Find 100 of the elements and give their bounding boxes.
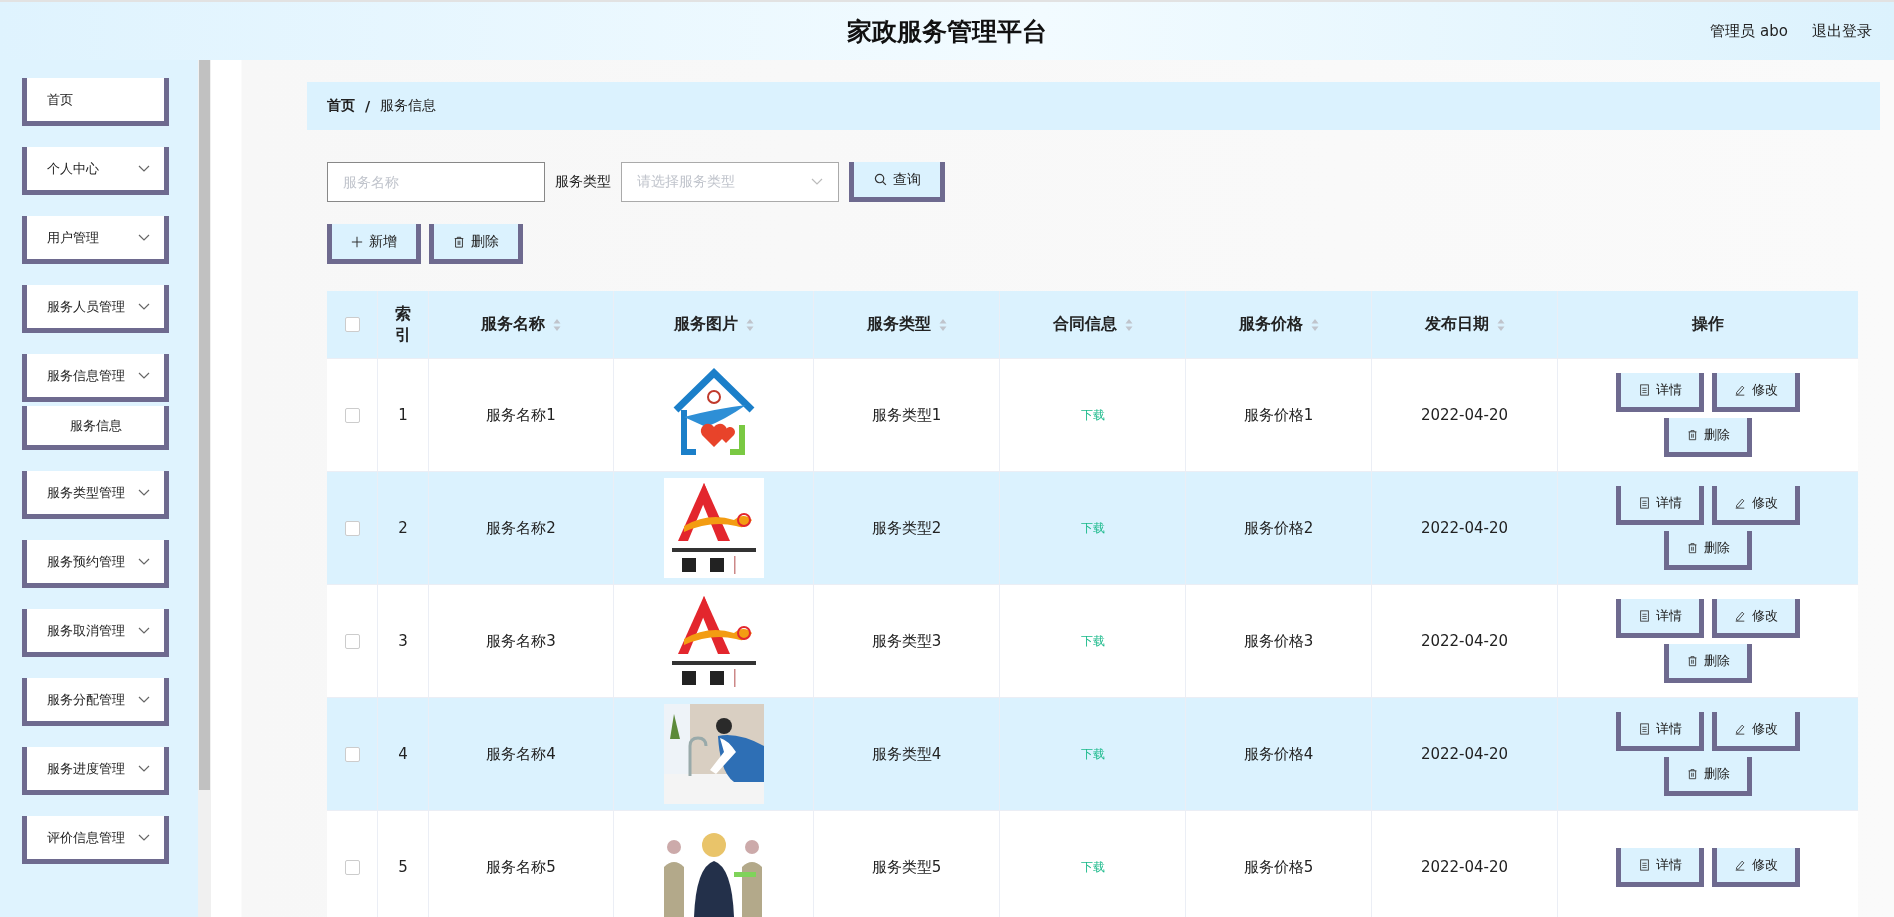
table-cell: 服务名称5 bbox=[486, 857, 556, 877]
document-icon bbox=[1638, 723, 1650, 735]
chevron-down-icon bbox=[138, 764, 150, 773]
table-cell: 2022-04-20 bbox=[1420, 406, 1509, 424]
scrollbar[interactable] bbox=[198, 60, 211, 917]
pencil-icon bbox=[1734, 384, 1746, 396]
table-cell: 服务名称3 bbox=[486, 631, 556, 651]
platform-title: 家政服务管理平台 bbox=[847, 15, 1047, 48]
document-icon bbox=[1638, 610, 1650, 622]
details-button[interactable]: 详情 bbox=[1616, 599, 1704, 638]
table-cell: 服务价格4 bbox=[1243, 744, 1314, 764]
table-cell: 服务价格1 bbox=[1243, 405, 1314, 425]
table-cell: 2022-04-20 bbox=[1420, 858, 1509, 876]
sidebar-item[interactable]: 首页 bbox=[22, 78, 169, 126]
delete-button[interactable]: 删除 bbox=[1664, 531, 1752, 570]
details-button[interactable]: 详情 bbox=[1616, 373, 1704, 412]
row-checkbox[interactable] bbox=[344, 746, 360, 762]
table-cell: 3 bbox=[398, 632, 408, 650]
table-cell: 服务价格3 bbox=[1243, 631, 1314, 651]
column-header: 发布日期 bbox=[1424, 314, 1489, 335]
sidebar-item[interactable]: 服务信息 bbox=[22, 406, 169, 450]
document-icon bbox=[1638, 384, 1650, 396]
delete-button[interactable]: 删除 bbox=[429, 224, 523, 264]
table-cell: 服务价格5 bbox=[1243, 857, 1314, 877]
table-cell: 服务类型1 bbox=[871, 405, 942, 425]
details-button[interactable]: 详情 bbox=[1616, 712, 1704, 751]
sidebar-item[interactable]: 评价信息管理 bbox=[22, 816, 169, 864]
sidebar-item[interactable]: 用户管理 bbox=[22, 216, 169, 264]
column-header: 服务图片 bbox=[673, 314, 738, 335]
sidebar-item[interactable]: 个人中心 bbox=[22, 147, 169, 195]
chevron-down-icon bbox=[138, 557, 150, 566]
row-checkbox[interactable] bbox=[344, 633, 360, 649]
row-checkbox[interactable] bbox=[344, 859, 360, 875]
sidebar-item[interactable]: 服务进度管理 bbox=[22, 747, 169, 795]
delete-button[interactable]: 删除 bbox=[1664, 757, 1752, 796]
chevron-down-icon bbox=[138, 233, 150, 242]
column-header: 合同信息 bbox=[1052, 314, 1117, 335]
column-header: 索引 bbox=[395, 303, 411, 346]
sort-icon[interactable] bbox=[745, 317, 754, 332]
column-header: 服务名称 bbox=[481, 314, 545, 335]
table-cell: 5 bbox=[398, 858, 408, 876]
row-checkbox[interactable] bbox=[344, 407, 360, 423]
sidebar-item[interactable]: 服务预约管理 bbox=[22, 540, 169, 588]
row-checkbox[interactable] bbox=[344, 520, 360, 536]
sort-icon[interactable] bbox=[1496, 317, 1505, 332]
chevron-down-icon bbox=[138, 695, 150, 704]
edit-button[interactable]: 修改 bbox=[1712, 373, 1800, 412]
chevron-down-icon bbox=[138, 164, 150, 173]
details-button[interactable]: 详情 bbox=[1616, 847, 1704, 887]
table-cell: 2022-04-20 bbox=[1420, 632, 1509, 650]
sidebar-item[interactable]: 服务信息管理 bbox=[22, 354, 169, 402]
chevron-down-icon bbox=[138, 626, 150, 635]
query-button[interactable]: 查询 bbox=[849, 162, 945, 202]
document-icon bbox=[1638, 497, 1650, 509]
search-icon bbox=[873, 173, 887, 186]
trash-icon bbox=[1686, 655, 1698, 667]
column-header: 操作 bbox=[1692, 314, 1724, 335]
table-cell: 2022-04-20 bbox=[1420, 519, 1509, 537]
table-cell: 服务价格2 bbox=[1243, 518, 1314, 538]
breadcrumb-item[interactable]: 首页 bbox=[327, 97, 355, 115]
sort-icon[interactable] bbox=[1310, 317, 1319, 332]
sidebar-item[interactable]: 服务分配管理 bbox=[22, 678, 169, 726]
sidebar-item[interactable]: 服务取消管理 bbox=[22, 609, 169, 657]
table-cell: 服务类型2 bbox=[871, 518, 942, 538]
add-button[interactable]: 新增 bbox=[327, 224, 421, 264]
table-cell: 服务名称1 bbox=[486, 405, 556, 425]
pencil-icon bbox=[1734, 858, 1746, 871]
sidebar-item[interactable]: 服务类型管理 bbox=[22, 471, 169, 519]
table-cell: 1 bbox=[398, 406, 408, 424]
document-icon bbox=[1638, 858, 1650, 871]
delete-button[interactable]: 删除 bbox=[1664, 644, 1752, 683]
chevron-down-icon bbox=[811, 178, 823, 186]
chevron-down-icon bbox=[138, 302, 150, 311]
delete-button[interactable]: 删除 bbox=[1664, 418, 1752, 457]
select-all-checkbox[interactable] bbox=[344, 317, 360, 332]
chevron-down-icon bbox=[138, 371, 150, 380]
column-header: 服务类型 bbox=[866, 314, 931, 335]
edit-button[interactable]: 修改 bbox=[1712, 847, 1800, 887]
trash-icon bbox=[453, 235, 465, 248]
breadcrumb-separator: / bbox=[365, 98, 371, 114]
chevron-down-icon bbox=[138, 833, 150, 842]
sidebar-item[interactable]: 服务人员管理 bbox=[22, 285, 169, 333]
logout-link[interactable]: 退出登录 bbox=[1812, 22, 1872, 41]
table-cell: 服务类型4 bbox=[871, 744, 942, 764]
breadcrumb-item: 服务信息 bbox=[380, 97, 437, 115]
column-header: 服务价格 bbox=[1238, 314, 1303, 335]
pencil-icon bbox=[1734, 723, 1746, 735]
plus-icon bbox=[351, 235, 363, 248]
admin-label: 管理员 abo bbox=[1710, 22, 1788, 41]
sort-icon[interactable] bbox=[1124, 317, 1133, 332]
service-name-field[interactable]: 服务名称 bbox=[327, 162, 545, 202]
chevron-down-icon bbox=[138, 488, 150, 497]
details-button[interactable]: 详情 bbox=[1616, 486, 1704, 525]
trash-icon bbox=[1686, 429, 1698, 441]
trash-icon bbox=[1686, 768, 1698, 780]
sort-icon[interactable] bbox=[553, 317, 561, 332]
sort-icon[interactable] bbox=[938, 317, 947, 332]
edit-button[interactable]: 修改 bbox=[1712, 599, 1800, 638]
edit-button[interactable]: 修改 bbox=[1712, 486, 1800, 525]
edit-button[interactable]: 修改 bbox=[1712, 712, 1800, 751]
